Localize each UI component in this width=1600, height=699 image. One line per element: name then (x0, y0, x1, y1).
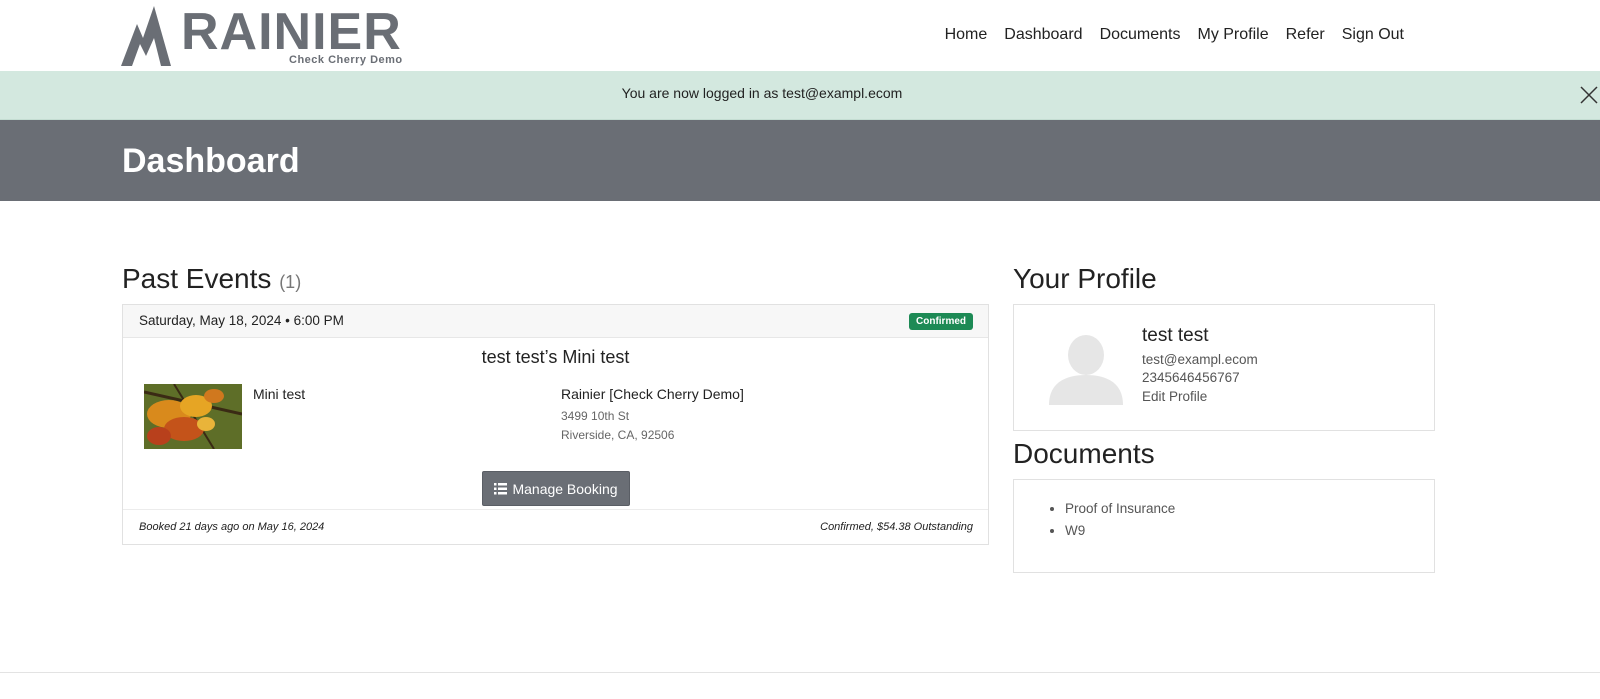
page-banner: Dashboard (0, 120, 1600, 201)
edit-profile-link[interactable]: Edit Profile (1142, 389, 1207, 404)
package-thumbnail (144, 384, 242, 449)
manage-booking-button[interactable]: Manage Booking (482, 471, 630, 506)
event-card: Saturday, May 18, 2024 • 6:00 PM Confirm… (122, 304, 989, 545)
list-icon (494, 482, 508, 494)
booked-info: Booked 21 days ago on May 16, 2024 (139, 521, 325, 533)
profile-phone: 2345646456767 (1142, 370, 1240, 385)
documents-list: Proof of Insurance W9 (1050, 498, 1175, 541)
nav-my-profile[interactable]: My Profile (1197, 24, 1268, 46)
page-title: Dashboard (122, 142, 300, 180)
document-proof-of-insurance[interactable]: Proof of Insurance (1065, 498, 1175, 520)
profile-email: test@exampl.ecom (1142, 352, 1258, 367)
profile-heading: Your Profile (1013, 263, 1157, 294)
past-events-count: (1) (279, 272, 302, 292)
document-w9[interactable]: W9 (1065, 520, 1175, 542)
status-badge: Confirmed (909, 313, 973, 330)
profile-card: test test test@exampl.ecom 2345646456767… (1013, 304, 1435, 431)
package-name: Mini test (253, 386, 306, 402)
event-date: Saturday, May 18, 2024 • 6:00 PM (139, 313, 344, 328)
past-events-heading: Past Events (1) (122, 262, 301, 299)
past-events-title: Past Events (122, 263, 272, 294)
nav-home[interactable]: Home (945, 24, 988, 46)
logo-wordmark: RAINIER (181, 3, 402, 61)
event-card-header: Saturday, May 18, 2024 • 6:00 PM Confirm… (123, 305, 988, 338)
alert-message: You are now logged in as test@exampl.eco… (621, 85, 903, 101)
nav-documents[interactable]: Documents (1100, 24, 1181, 46)
documents-card: Proof of Insurance W9 (1013, 479, 1435, 573)
rainier-logo[interactable]: RAINIER Check Cherry Demo (121, 4, 403, 68)
avatar (1047, 329, 1125, 407)
event-card-footer: Booked 21 days ago on May 16, 2024 Confi… (123, 509, 988, 545)
documents-heading: Documents (1013, 438, 1155, 469)
nav-sign-out[interactable]: Sign Out (1342, 24, 1404, 46)
logo-subtitle: Check Cherry Demo (289, 54, 403, 66)
venue-name: Rainier [Check Cherry Demo] (561, 386, 744, 402)
site-header: RAINIER Check Cherry Demo Home Dashboard… (0, 0, 1600, 71)
manage-booking-label: Manage Booking (512, 480, 618, 497)
profile-name: test test (1142, 325, 1209, 346)
nav-dashboard[interactable]: Dashboard (1004, 24, 1082, 46)
event-title: test test’s Mini test (481, 347, 630, 367)
user-silhouette-icon (1049, 335, 1123, 405)
login-alert: You are now logged in as test@exampl.eco… (0, 71, 1600, 121)
footer-divider (0, 672, 1600, 673)
venue-address-line2: Riverside, CA, 92506 (561, 428, 675, 442)
main-nav: Home Dashboard Documents My Profile Refe… (928, 24, 1404, 46)
venue-address-line1: 3499 10th St (561, 409, 630, 423)
close-icon[interactable] (1578, 84, 1600, 106)
balance-info: Confirmed, $54.38 Outstanding (820, 521, 973, 533)
nav-refer[interactable]: Refer (1286, 24, 1325, 46)
